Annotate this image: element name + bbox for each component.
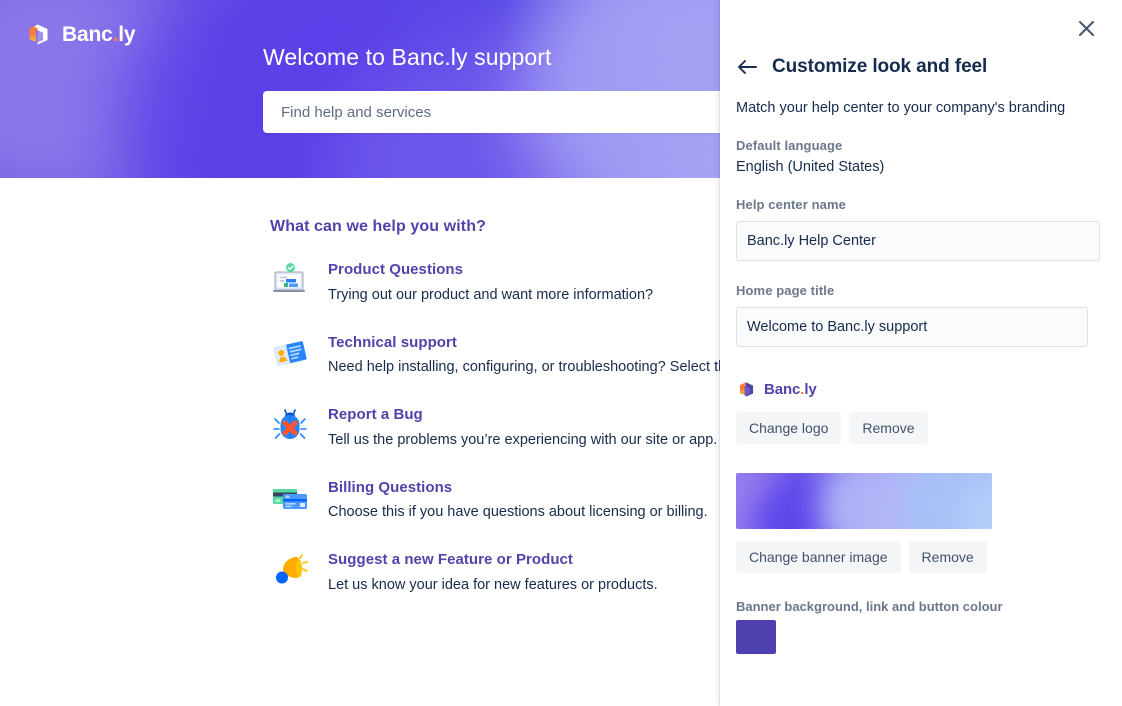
tech-card-icon <box>273 340 307 366</box>
default-language-value: English (United States) <box>736 159 885 175</box>
customize-drawer: Customize look and feel Match your help … <box>720 0 1122 706</box>
arrow-left-glyph-icon <box>738 60 757 74</box>
credit-cards-icon <box>273 488 307 509</box>
topic-description: Let us know your idea for new features o… <box>328 576 658 593</box>
help-center-name-label: Help center name <box>736 197 846 212</box>
app-root: Banc.ly Welcome to Banc.ly support What … <box>0 0 1122 706</box>
topic-title[interactable]: Report a Bug <box>328 405 717 425</box>
banner-actions: Change banner image Remove <box>736 541 1106 573</box>
help-center-name-input[interactable] <box>736 221 1100 261</box>
logo-preview: Banc.ly <box>736 379 1106 400</box>
remove-banner-button[interactable]: Remove <box>908 541 987 573</box>
remove-logo-button[interactable]: Remove <box>849 412 928 444</box>
topic-title[interactable]: Product Questions <box>328 260 653 280</box>
home-page-title-input[interactable] <box>736 307 1088 347</box>
logo-wordmark: Banc.ly <box>764 381 817 398</box>
change-banner-image-button[interactable]: Change banner image <box>736 541 901 573</box>
topic-description: Need help installing, configuring, or tr… <box>328 359 745 376</box>
drawer-subtitle: Match your help center to your company's… <box>736 100 1066 116</box>
change-logo-button[interactable]: Change logo <box>736 412 842 444</box>
topic-title[interactable]: Billing Questions <box>328 478 708 498</box>
drawer-title: Customize look and feel <box>772 56 988 77</box>
banner-image-preview <box>736 473 992 529</box>
monitor-check-icon <box>273 263 305 292</box>
topic-title[interactable]: Technical support <box>328 333 745 353</box>
cube-logo-icon <box>739 382 754 397</box>
cube-logo-icon <box>29 24 48 45</box>
home-page-title-label: Home page title <box>736 283 835 298</box>
megaphone-icon <box>276 554 308 584</box>
logo-actions: Change logo Remove <box>736 412 1106 444</box>
brand-name: Banc.ly <box>62 23 136 46</box>
topic-description: Choose this if you have questions about … <box>328 504 708 521</box>
default-language-label: Default language <box>736 138 843 153</box>
topic-description: Trying out our product and want more inf… <box>328 286 654 303</box>
drawer-header: Customize look and feel <box>720 56 1122 78</box>
close-icon[interactable] <box>1072 14 1100 42</box>
topic-description: Tell us the problems you’re experiencing… <box>328 431 718 448</box>
colour-swatch[interactable] <box>736 620 776 654</box>
topic-title[interactable]: Suggest a new Feature or Product <box>328 550 658 570</box>
close-glyph-icon <box>1078 20 1094 36</box>
arrow-left-icon[interactable] <box>736 56 758 78</box>
bug-icon <box>273 409 307 440</box>
colour-label: Banner background, link and button colou… <box>736 599 1003 614</box>
brand-logo[interactable]: Banc.ly <box>24 20 136 49</box>
